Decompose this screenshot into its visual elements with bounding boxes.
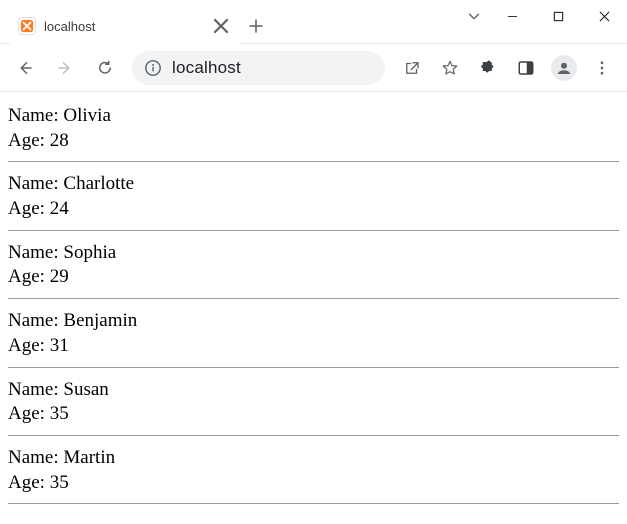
close-icon [212, 17, 230, 35]
minimize-button[interactable] [489, 0, 535, 32]
age-label: Age: [8, 403, 50, 424]
browser-tab[interactable]: localhost [10, 8, 240, 44]
age-value: 29 [50, 266, 69, 287]
tab-search-button[interactable] [459, 0, 489, 32]
avatar-icon [551, 55, 577, 81]
record-name-line: Name: Benjamin [8, 309, 619, 334]
name-label: Name: [8, 242, 63, 263]
age-label: Age: [8, 266, 50, 287]
name-label: Name: [8, 173, 63, 194]
minimize-icon [507, 11, 518, 22]
age-value: 35 [50, 472, 69, 493]
star-icon [441, 59, 459, 77]
record-age-line: Age: 35 [8, 471, 619, 496]
maximize-icon [553, 11, 564, 22]
record-separator [8, 298, 619, 299]
address-bar[interactable]: localhost [132, 51, 385, 85]
kebab-icon [593, 59, 611, 77]
reload-icon [96, 59, 114, 77]
age-value: 31 [50, 335, 69, 356]
record-age-line: Age: 28 [8, 129, 619, 154]
record-separator [8, 230, 619, 231]
extensions-button[interactable] [471, 51, 505, 85]
record-item: Name: MartinAge: 35 [8, 442, 619, 501]
menu-button[interactable] [585, 51, 619, 85]
close-tab-button[interactable] [212, 17, 230, 35]
record-name-line: Name: Sophia [8, 241, 619, 266]
info-icon [144, 59, 162, 77]
new-tab-button[interactable] [240, 8, 272, 43]
record-name-line: Name: Charlotte [8, 172, 619, 197]
window-controls [489, 0, 627, 43]
page-content: Name: OliviaAge: 28Name: CharlotteAge: 2… [0, 92, 627, 520]
puzzle-icon [479, 59, 497, 77]
name-value: Martin [63, 447, 115, 468]
name-value: Charlotte [63, 173, 134, 194]
record-item: Name: SusanAge: 35 [8, 374, 619, 433]
arrow-right-icon [56, 59, 74, 77]
record-separator [8, 435, 619, 436]
profile-button[interactable] [547, 51, 581, 85]
side-panel-icon [517, 59, 535, 77]
chevron-down-icon [467, 9, 481, 23]
plus-icon [248, 18, 264, 34]
age-label: Age: [8, 472, 50, 493]
record-item: Name: CharlotteAge: 24 [8, 168, 619, 227]
browser-toolbar: localhost [0, 44, 627, 92]
record-name-line: Name: Olivia [8, 104, 619, 129]
record-age-line: Age: 29 [8, 265, 619, 290]
name-label: Name: [8, 379, 63, 400]
tab-title: localhost [44, 19, 204, 34]
forward-button[interactable] [48, 51, 82, 85]
record-age-line: Age: 31 [8, 334, 619, 359]
record-separator [8, 503, 619, 504]
address-text: localhost [172, 58, 373, 78]
age-label: Age: [8, 198, 50, 219]
age-value: 28 [50, 130, 69, 151]
site-info-button[interactable] [144, 59, 162, 77]
arrow-left-icon [16, 59, 34, 77]
record-item: Name: OliviaAge: 28 [8, 100, 619, 159]
record-age-line: Age: 35 [8, 402, 619, 427]
name-label: Name: [8, 105, 63, 126]
name-value: Sophia [63, 242, 116, 263]
side-panel-button[interactable] [509, 51, 543, 85]
name-value: Benjamin [63, 310, 137, 331]
maximize-button[interactable] [535, 0, 581, 32]
share-button[interactable] [395, 51, 429, 85]
name-value: Olivia [63, 105, 111, 126]
age-value: 35 [50, 403, 69, 424]
reload-button[interactable] [88, 51, 122, 85]
record-name-line: Name: Susan [8, 378, 619, 403]
record-age-line: Age: 24 [8, 197, 619, 222]
record-separator [8, 161, 619, 162]
close-window-button[interactable] [581, 0, 627, 32]
record-name-line: Name: Martin [8, 446, 619, 471]
age-label: Age: [8, 130, 50, 151]
name-label: Name: [8, 310, 63, 331]
age-value: 24 [50, 198, 69, 219]
record-separator [8, 367, 619, 368]
back-button[interactable] [8, 51, 42, 85]
bookmark-button[interactable] [433, 51, 467, 85]
share-icon [403, 59, 421, 77]
record-item: Name: BenjaminAge: 31 [8, 305, 619, 364]
window-titlebar: localhost [0, 0, 627, 44]
name-label: Name: [8, 447, 63, 468]
close-icon [599, 11, 610, 22]
age-label: Age: [8, 335, 50, 356]
xampp-favicon-icon [18, 17, 36, 35]
name-value: Susan [63, 379, 108, 400]
record-item: Name: SophiaAge: 29 [8, 237, 619, 296]
